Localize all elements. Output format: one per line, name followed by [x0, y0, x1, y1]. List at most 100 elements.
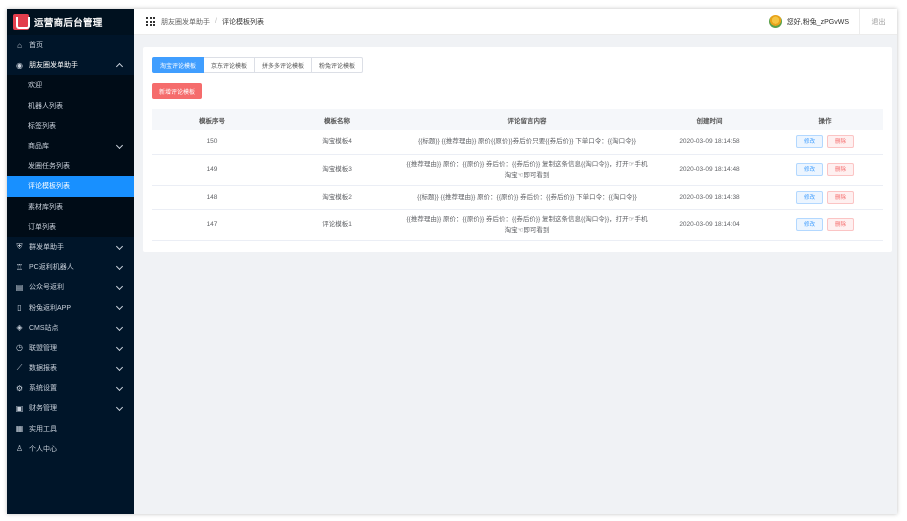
tab-3[interactable]: 粉兔评论模板: [312, 57, 364, 73]
sidebar-item-19[interactable]: ▦ 实用工具: [7, 419, 134, 439]
menu-toggle-icon[interactable]: [146, 17, 155, 26]
table-row: 149 淘宝模板3 {{推荐理由}} 原价：{{原价}} 券后价：{{券后价}} 复…: [152, 154, 883, 186]
sidebar-item-label: 朋友圈发单助手: [29, 62, 78, 70]
app-window: 运营商后台管理 ⌂ 首页 ◉ 朋友圈发单助手 欢迎 机器人列表 标签列表 商品库 发圈任务列表评…: [7, 9, 897, 514]
edit-button[interactable]: 修改: [795, 190, 823, 204]
cell-id: 150: [152, 130, 272, 155]
delete-button[interactable]: 删除: [827, 190, 855, 204]
cell-actions: 修改 删除: [767, 185, 883, 210]
delete-button[interactable]: 删除: [827, 218, 855, 231]
delete-button[interactable]: 删除: [827, 135, 855, 149]
cell-name: 淘宝模板4: [272, 130, 402, 155]
user-icon: ♙: [15, 444, 24, 454]
sidebar-item-label: 群发单助手: [29, 243, 64, 251]
chevron-down-icon: [115, 404, 124, 412]
sidebar-item-18[interactable]: ▣ 财务管理: [7, 398, 134, 418]
sidebar-item-20[interactable]: ♙ 个人中心: [7, 439, 134, 459]
sidebar-item-9[interactable]: 订单列表: [7, 216, 134, 237]
chevron-down-icon: [115, 343, 124, 351]
cell-actions: 修改 删除: [767, 130, 883, 155]
add-template-button[interactable]: 新增评论模板: [152, 83, 203, 99]
robot-icon: ♖: [15, 262, 24, 272]
cell-id: 149: [152, 154, 272, 186]
sidebar: 运营商后台管理 ⌂ 首页 ◉ 朋友圈发单助手 欢迎 机器人列表 标签列表 商品库 发圈任务列表评…: [7, 9, 134, 514]
sidebar-item-label: 实用工具: [29, 425, 57, 433]
logout-button[interactable]: 退出: [859, 9, 897, 35]
breadcrumb-current: 评论模板列表: [221, 18, 264, 26]
phone-icon: ▯: [17, 303, 22, 313]
sidebar-item-label: 公众号返利: [29, 284, 64, 292]
user-info[interactable]: 您好,粉兔_zPGvWS: [768, 15, 849, 28]
sidebar-item-0[interactable]: ⌂ 首页: [7, 35, 134, 55]
sidebar-item-label: 财务管理: [29, 405, 57, 413]
avatar[interactable]: [768, 15, 782, 28]
cell-actions: 修改 删除: [767, 209, 883, 241]
cell-created: 2020-03-09 18:14:58: [652, 130, 767, 155]
layers-icon: ◈: [16, 323, 23, 333]
table-row: 150 淘宝模板4 {{标题}} {{推荐理由}} 原价{{原价}}券后价只要{{券…: [152, 130, 883, 155]
cell-id: 148: [152, 185, 272, 210]
sidebar-item-17[interactable]: ⚙ 系统设置: [7, 378, 134, 398]
sidebar-item-label: 发圈任务列表: [28, 163, 70, 171]
cell-content: {{推荐理由}} 原价：{{原价}} 券后价：{{券后价}} 复制这条信息{{淘…: [402, 154, 652, 186]
sidebar-item-label: 系统设置: [29, 385, 57, 393]
sidebar-item-1[interactable]: ◉ 朋友圈发单助手: [7, 55, 134, 75]
calendar-icon: ▦: [15, 424, 24, 434]
sidebar-item-label: 首页: [29, 42, 43, 50]
header-name: 模板名称: [272, 109, 402, 130]
edit-button[interactable]: 修改: [795, 135, 823, 149]
wallet-icon: ▣: [15, 403, 24, 413]
header-content: 评论留言内容: [402, 109, 652, 130]
sidebar-item-3[interactable]: 机器人列表: [7, 95, 134, 116]
cell-content: {{推荐理由}} 原价：{{原价}} 券后价：{{券后价}} 复制这条信息{{淘…: [402, 209, 652, 241]
logo-icon: [13, 14, 30, 30]
header-created: 创建时间: [652, 109, 767, 130]
tab-2[interactable]: 拼多多评论模板: [255, 57, 313, 73]
edit-button[interactable]: 修改: [795, 163, 823, 176]
header-actions: 操作: [767, 109, 883, 130]
cell-content: {{标题}} {{推荐理由}} 原价：{{原价}} 券后价：{{券后价}} 下单…: [402, 185, 652, 210]
sidebar-item-11[interactable]: ♖ PC返利机器人: [7, 257, 134, 277]
document-icon: ▤: [15, 282, 24, 292]
chart-icon: ⟋: [16, 363, 23, 373]
sidebar-item-13[interactable]: ▯ 粉兔返利APP: [7, 297, 134, 317]
cell-created: 2020-03-09 18:14:04: [652, 209, 767, 241]
sidebar-menu: ⌂ 首页 ◉ 朋友圈发单助手欢迎机器人列表标签列表商品库发圈任务列表 评论模板列表 素材库…: [7, 35, 134, 459]
sidebar-item-6[interactable]: 发圈任务列表: [7, 156, 134, 177]
cell-name: 评论模板1: [272, 209, 402, 241]
tab-1[interactable]: 京东评论模板: [204, 57, 256, 73]
sidebar-item-7[interactable]: 评论模板列表: [7, 176, 134, 197]
sidebar-item-label: 素材库列表: [28, 203, 63, 211]
topbar: 朋友圈发单助手 / 评论模板列表 您好,粉兔_zPGvWS 退出: [134, 9, 897, 35]
sidebar-item-label: 机器人列表: [28, 102, 63, 110]
sidebar-item-8[interactable]: 素材库列表: [7, 196, 134, 217]
sidebar-item-label: 标签列表: [28, 122, 56, 130]
breadcrumb-parent[interactable]: 朋友圈发单助手: [161, 17, 210, 27]
table-row: 147 评论模板1 {{推荐理由}} 原价：{{原价}} 券后价：{{券后价}} 复…: [152, 209, 883, 241]
delete-button[interactable]: 删除: [827, 163, 855, 176]
chevron-down-icon: [115, 283, 124, 291]
chevron-down-icon: [115, 141, 124, 149]
sidebar-item-label: 数据报表: [29, 365, 57, 373]
sidebar-item-4[interactable]: 标签列表: [7, 115, 134, 136]
tab-0[interactable]: 淘宝评论模板: [152, 57, 205, 73]
sidebar-item-10[interactable]: ⛨ 群发单助手: [7, 237, 134, 257]
gear-icon: ⚙: [15, 383, 24, 393]
platform-tabs: 淘宝评论模板 京东评论模板 拼多多评论模板 粉兔评论模板: [152, 57, 364, 73]
table-row: 148 淘宝模板2 {{标题}} {{推荐理由}} 原价：{{原价}} 券后价：{{…: [152, 185, 883, 210]
user-greeting: 您好,粉兔_zPGvWS: [786, 18, 849, 26]
sidebar-item-2[interactable]: 欢迎: [7, 75, 134, 96]
sidebar-item-15[interactable]: ◷ 联盟管理: [7, 338, 134, 358]
sidebar-item-label: 粉兔返利APP: [29, 304, 72, 312]
sidebar-item-16[interactable]: ⟋ 数据报表: [7, 358, 134, 378]
sidebar-item-14[interactable]: ◈ CMS站点: [7, 318, 134, 338]
sidebar-item-label: 商品库: [28, 143, 49, 151]
breadcrumb-separator: /: [215, 18, 217, 25]
edit-button[interactable]: 修改: [795, 218, 823, 231]
template-table: 模板序号 模板名称 评论留言内容 创建时间 操作 150 淘宝模板4 {{标题}} …: [152, 109, 883, 241]
table-header-row: 模板序号 模板名称 评论留言内容 创建时间 操作: [152, 109, 883, 130]
sidebar-item-label: 评论模板列表: [28, 183, 70, 191]
sidebar-item-5[interactable]: 商品库: [7, 135, 134, 157]
sidebar-item-12[interactable]: ▤ 公众号返利: [7, 277, 134, 297]
target-icon: ◉: [16, 60, 23, 70]
